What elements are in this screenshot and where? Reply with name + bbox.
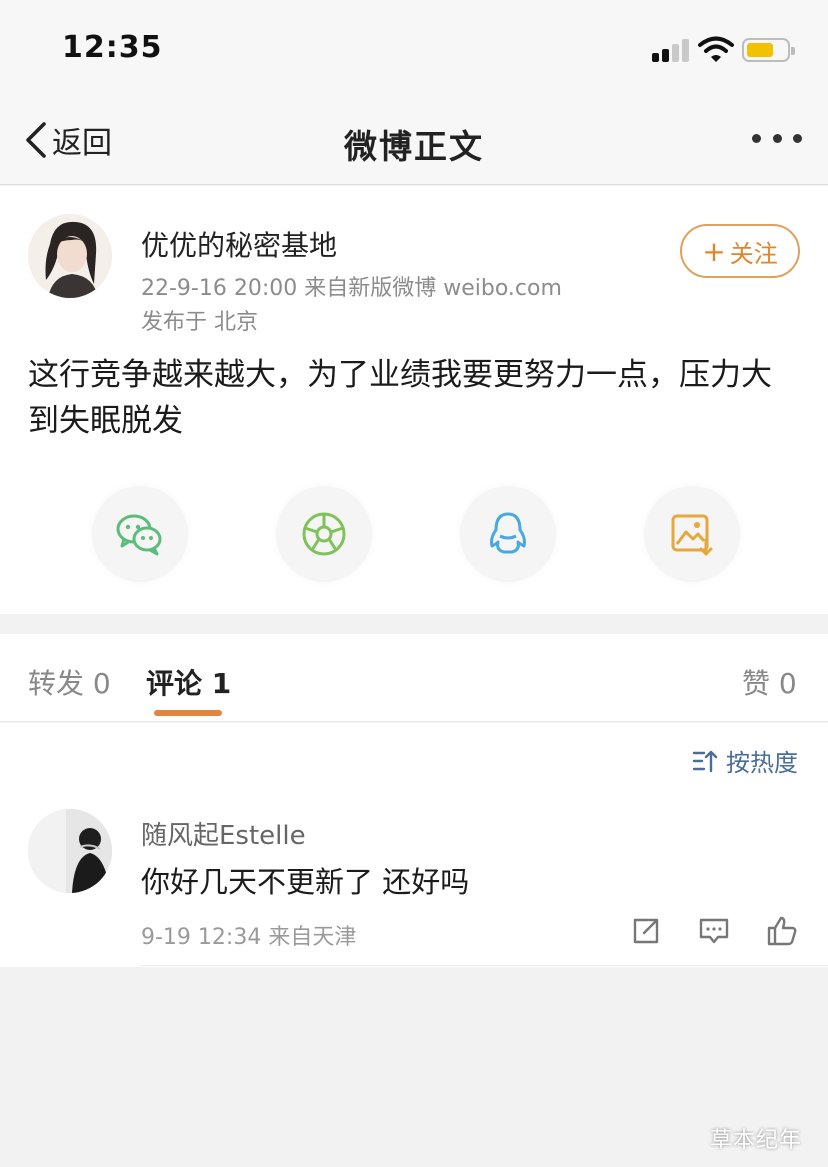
plus-icon: + (702, 234, 726, 268)
follow-label: 关注 (729, 239, 778, 268)
tab-indicator (154, 710, 222, 716)
reply-icon[interactable] (698, 915, 730, 947)
comment-username[interactable]: 随风起Estelle (141, 815, 306, 852)
battery-icon (742, 38, 795, 62)
nav-bar: 返回 微博正文 (0, 96, 828, 185)
more-dots-icon[interactable] (752, 134, 802, 146)
share-moments-button[interactable] (276, 486, 372, 582)
wechat-icon (116, 514, 162, 556)
avatar[interactable] (28, 809, 112, 893)
post-meta: 22-9-16 20:00 来自新版微博 weibo.com (141, 276, 562, 301)
moments-icon (302, 512, 346, 556)
save-image-button[interactable] (644, 486, 740, 582)
comment-list: 按热度 随风起Estelle 你好几天不更新了 还好吗 9-19 12:34 来… (0, 723, 828, 967)
post-card: 优优的秘密基地 22-9-16 20:00 来自新版微博 weibo.com 发… (0, 186, 828, 614)
tab-likes[interactable]: 赞 0 (742, 662, 797, 702)
watermark: 草本纪年 (710, 1128, 803, 1153)
comment-meta: 9-19 12:34 来自天津 (141, 925, 357, 950)
qq-icon (490, 512, 526, 554)
post-username[interactable]: 优优的秘密基地 (141, 224, 337, 264)
post-location: 发布于 北京 (141, 310, 258, 335)
tab-repost[interactable]: 转发 0 (28, 662, 111, 702)
page-title: 微博正文 (344, 127, 484, 166)
wifi-icon (698, 34, 734, 64)
tabs-bar: 转发 0 评论 1 赞 0 (0, 634, 828, 722)
cellular-signal-icon (652, 38, 690, 62)
forward-icon[interactable] (630, 915, 662, 947)
divider (141, 965, 828, 966)
share-wechat-button[interactable] (92, 486, 188, 582)
save-image-icon (671, 514, 713, 556)
status-time: 12:35 (62, 30, 163, 65)
weibo-detail-page: 12:35 返回 微博正文 优优的秘密基地 22-9-16 20:00 来自新版… (0, 0, 828, 1167)
follow-button[interactable]: + 关注 (680, 224, 800, 278)
tab-comments[interactable]: 评论 1 (146, 662, 231, 702)
sort-icon (692, 750, 718, 772)
comment-text: 你好几天不更新了 还好吗 (141, 865, 470, 899)
sort-label: 按热度 (726, 749, 798, 777)
share-qq-button[interactable] (460, 486, 556, 582)
avatar[interactable] (28, 214, 112, 298)
post-text: 这行竞争越来越大，为了业绩我要更努力一点，压力大到失眠脱发 (28, 357, 772, 439)
sort-button[interactable]: 按热度 (692, 743, 798, 778)
thumbs-up-icon[interactable] (766, 915, 798, 947)
status-bar: 12:35 (0, 0, 828, 96)
